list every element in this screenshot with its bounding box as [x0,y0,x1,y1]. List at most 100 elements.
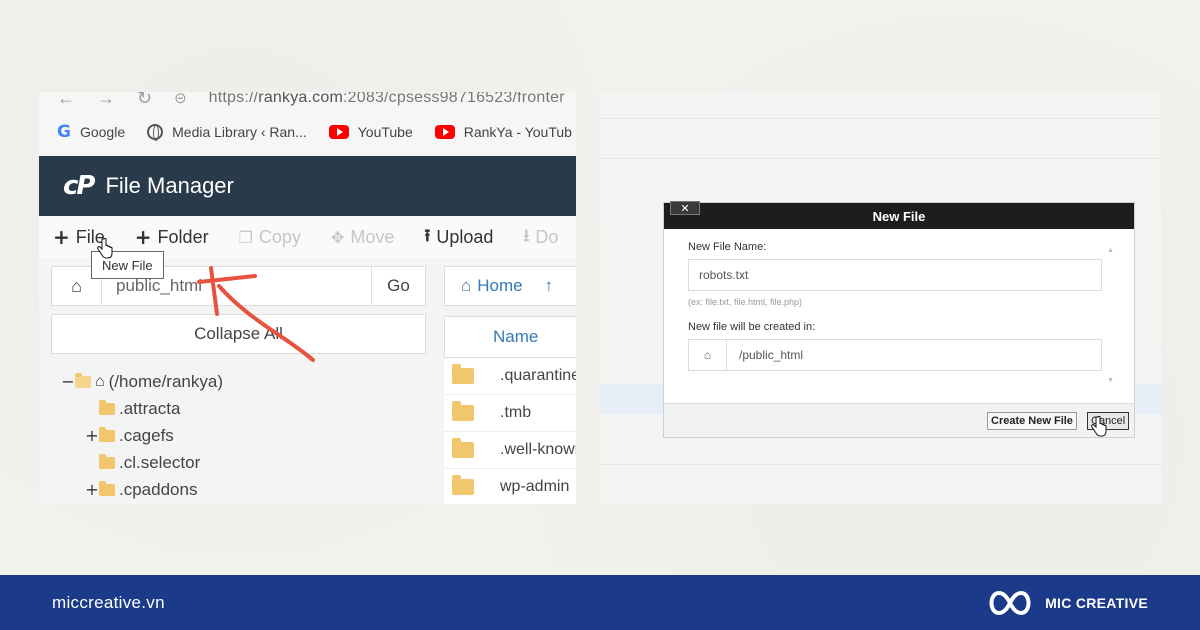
tree-item-label: .attracta [119,398,181,418]
reload-icon[interactable]: ↻ [137,92,152,109]
list-item-label: .well-known [500,441,576,458]
folder-icon [452,364,474,384]
brand-footer: miccreative.vn MIC CREATIVE [0,575,1200,630]
page-title: File Manager [105,173,234,198]
background-stripe [600,464,1161,465]
copy-button[interactable]: ❐ Copy [239,227,301,248]
dialog-body: New File Name: (ex: file.txt, file.html,… [688,241,1108,371]
folder-icon [99,426,115,442]
tree-item[interactable]: .cl.selector [61,449,223,476]
site-url[interactable]: miccreative.vn [52,593,165,613]
back-arrow-icon[interactable]: ← [57,92,75,109]
address-bar[interactable]: https://rankya.com:2083/cpsess98716523/f… [209,92,565,107]
new-file-dialog: New File ✕ New File Name: (ex: file.txt,… [663,201,1135,438]
copy-icon: ❐ [238,227,253,247]
bookmarks-bar: G Google Media Library ‹ Ran... YouTube … [57,122,572,142]
tree-item-label: (/home/rankya) [108,371,223,391]
new-file-dialog-screenshot: New File ✕ New File Name: (ex: file.txt,… [600,92,1161,504]
open-folder-icon [75,372,91,388]
background-stripe [600,158,1161,159]
tree-item[interactable]: .attracta [61,395,223,422]
download-label: Do [535,226,559,247]
url-prefix: https:// [208,92,259,106]
upload-button[interactable]: ⭱ Upload [424,223,493,252]
upload-label: Upload [436,226,494,247]
background-stripe [600,118,1161,119]
home-icon: ⌂ [689,340,727,370]
list-item-label: .quarantine [500,367,576,384]
tree-item-label: .cpaddons [119,479,198,499]
tree-item-label: .cagefs [119,425,174,445]
folder-tree: − ⌂ (/home/rankya) .attracta + .cagefs .… [61,368,223,503]
folder-icon [452,475,474,495]
bookmark-google[interactable]: G Google [57,122,125,142]
file-manager-header: cP File Manager [39,156,576,216]
tree-item-root[interactable]: − ⌂ (/home/rankya) [61,368,223,395]
bookmark-media-library[interactable]: Media Library ‹ Ran... [147,124,307,141]
url-host: rankya.com [258,92,343,106]
expand-toggle-icon[interactable]: + [85,480,99,499]
up-arrow-icon[interactable]: ↑ [545,276,554,296]
go-button[interactable]: Go [371,267,425,305]
brand-logo: MIC CREATIVE [985,589,1148,617]
browser-bar: ← → ↻ ⊝ https://rankya.com:2083/cpsess98… [39,92,576,156]
collapse-toggle-icon[interactable]: − [61,372,75,391]
download-icon: ⭳ [523,225,530,246]
hand-cursor-icon [1091,416,1107,437]
list-item-label: wp-admin [500,478,570,495]
dialog-title-text: New File [872,208,926,224]
file-name-label: New File Name: [688,241,767,253]
dialog-footer: Create New File Cancel [664,403,1134,437]
home-nav-button[interactable]: ⌂ Home ↑ [444,266,576,306]
tree-item[interactable]: + .cpaddons [61,476,223,503]
location-value[interactable]: /public_html [727,340,1101,370]
home-icon: ⌂ [95,372,105,390]
copy-label: Copy [258,226,301,247]
bookmark-label: Google [79,124,126,140]
list-item[interactable]: .tmb [444,395,576,432]
list-item[interactable]: .quarantine [444,358,576,395]
download-button[interactable]: ⭳ Do [523,223,558,252]
site-info-icon[interactable]: ⊝ [174,92,187,107]
expand-toggle-icon[interactable]: + [85,426,99,445]
upload-icon: ⭱ [424,225,431,246]
list-item[interactable]: .well-known [444,432,576,469]
close-icon[interactable]: ✕ [670,201,700,215]
scroll-up-icon[interactable]: ▲ [1107,247,1114,254]
browser-nav-row: ← → ↻ ⊝ https://rankya.com:2083/cpsess98… [57,92,565,110]
list-item[interactable]: wp-admin [444,469,576,504]
bookmark-label: RankYa - YouTub [463,124,572,140]
list-item-label: .tmb [500,404,532,421]
forward-arrow-icon[interactable]: → [97,92,115,109]
move-button[interactable]: ✥ Move [331,227,394,248]
move-label: Move [350,226,395,247]
file-name-input[interactable] [688,259,1102,291]
home-icon: ⌂ [461,276,472,295]
bookmark-youtube[interactable]: YouTube [328,124,413,140]
annotation-arrow [197,266,315,362]
youtube-icon [434,125,455,139]
home-nav-label: Home [477,276,523,295]
infinity-logo-icon [989,590,1031,615]
brand-name: MIC CREATIVE [1045,594,1148,611]
file-manager-screenshot: ← → ↻ ⊝ https://rankya.com:2083/cpsess98… [39,92,576,504]
location-label: New file will be created in: [688,321,816,333]
name-column-header[interactable]: Name [444,316,576,358]
cpanel-logo: cP [63,171,96,201]
dialog-title: New File [664,203,1134,229]
tree-item-label: .cl.selector [119,452,201,472]
url-path: :2083/cpsess98716523/fronter [343,92,565,106]
location-field: ⌂ /public_html [688,339,1102,371]
tree-item[interactable]: + .cagefs [61,422,223,449]
google-icon: G [57,122,71,142]
new-folder-label: Folder [157,226,209,247]
bookmark-rankya-youtube[interactable]: RankYa - YouTub [434,124,572,140]
hand-cursor-icon [97,238,113,259]
folder-icon [99,480,115,496]
new-folder-button[interactable]: + Folder [135,225,209,249]
youtube-icon [328,125,349,139]
scroll-down-icon[interactable]: ▼ [1107,377,1114,384]
folder-icon [452,438,474,458]
create-new-file-button[interactable]: Create New File [987,412,1077,430]
folder-icon [99,453,115,469]
